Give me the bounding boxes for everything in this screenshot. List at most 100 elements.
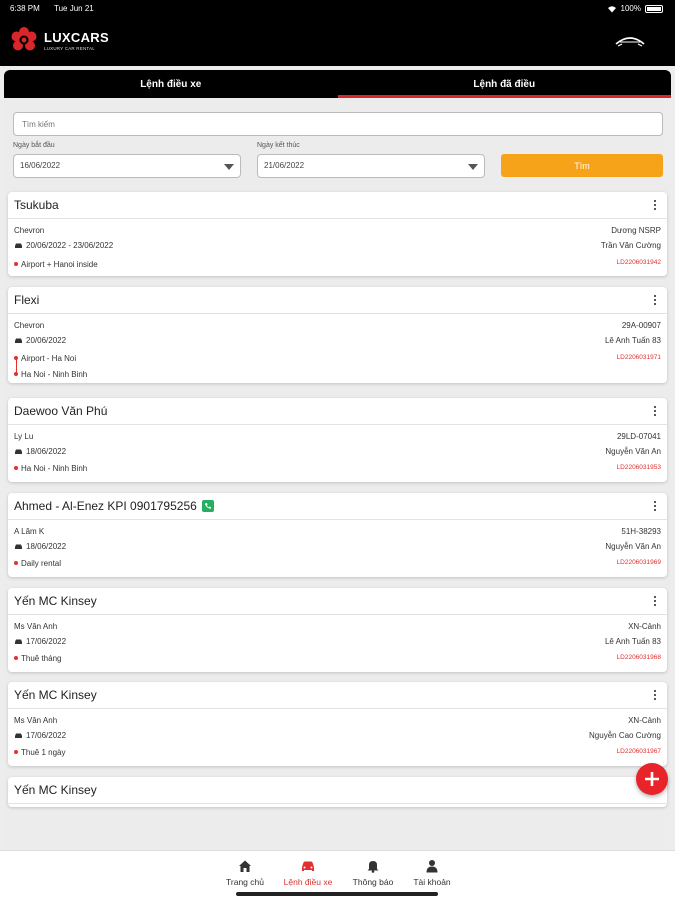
card-customer: Chevron — [14, 226, 45, 235]
order-card[interactable]: Yến MC Kinsey Ms Vân Anh 17/06/2022 Thuê… — [8, 682, 667, 766]
phone-icon[interactable] — [201, 500, 214, 512]
card-route: Thuê tháng — [14, 654, 61, 663]
card-title: Daewoo Văn Phú — [14, 404, 108, 418]
more-options-icon[interactable] — [653, 406, 657, 418]
orders-panel: Ngày bắt đầu 16/06/2022 Ngày kết thúc 21… — [4, 98, 671, 848]
card-plate: Dương NSRP — [611, 226, 661, 235]
more-options-icon[interactable] — [653, 200, 657, 212]
card-title: Yến MC Kinsey — [14, 594, 97, 608]
card-code: LD2206031969 — [616, 559, 661, 566]
nav-notifications[interactable]: Thông báo — [343, 859, 403, 887]
card-driver: Lê Anh Tuấn 83 — [604, 336, 661, 345]
card-plate: 29A-00907 — [621, 321, 661, 330]
car-icon — [15, 338, 22, 343]
order-card[interactable]: Daewoo Văn Phú Ly Lu 18/06/2022 Ha Noi -… — [8, 398, 667, 482]
route-dot-icon — [14, 466, 18, 470]
app-logo: LUXCARS LUXURY CAR RENTAL — [10, 26, 109, 54]
card-date: 17/06/2022 — [26, 637, 67, 646]
end-date-select[interactable]: 21/06/2022 — [257, 154, 485, 178]
order-card[interactable]: Yến MC Kinsey — [8, 777, 667, 807]
order-card[interactable]: Tsukuba Chevron 20/06/2022 - 23/06/2022 … — [8, 192, 667, 276]
nav-account[interactable]: Tài khoản — [402, 859, 462, 887]
car-icon — [15, 243, 22, 248]
card-date-row: 20/06/2022 - 23/06/2022 — [14, 241, 113, 250]
card-customer: Ly Lu — [14, 432, 34, 441]
card-code: LD2206031968 — [616, 654, 661, 661]
card-title: Yến MC Kinsey — [14, 783, 97, 797]
card-date: 18/06/2022 — [26, 542, 67, 551]
card-plate: 51H-38293 — [621, 527, 661, 536]
car-front-icon — [615, 37, 645, 47]
card-customer: Ms Vân Anh — [14, 622, 58, 631]
card-plate: XN-Cảnh — [628, 716, 661, 725]
card-driver: Lê Anh Tuấn 83 — [604, 637, 661, 646]
search-input[interactable] — [13, 112, 663, 136]
card-date-row: 18/06/2022 — [14, 542, 66, 551]
brand-name: LUXCARS — [44, 29, 109, 45]
start-date-value: 16/06/2022 — [20, 161, 61, 170]
search-button[interactable]: Tìm — [501, 154, 663, 177]
car-icon — [15, 449, 22, 454]
order-card[interactable]: Ahmed - Al-Enez KPI 0901795256 A Lâm K 1… — [8, 493, 667, 577]
card-date: 17/06/2022 — [26, 731, 67, 740]
card-title: Flexi — [14, 293, 40, 307]
battery-percent: 100% — [620, 4, 641, 13]
start-date-select[interactable]: 16/06/2022 — [13, 154, 241, 178]
status-date: Tue Jun 21 — [54, 4, 94, 13]
route-dot-icon — [14, 750, 18, 754]
user-icon — [426, 860, 438, 873]
card-driver: Nguyễn Văn An — [605, 542, 661, 551]
card-driver: Nguyễn Cao Cường — [589, 731, 661, 740]
more-options-icon[interactable] — [653, 295, 657, 307]
logo-flower-icon — [11, 27, 37, 51]
chevron-down-icon — [468, 164, 478, 170]
card-code: LD2206031971 — [616, 354, 661, 361]
card-route: Ha Noi - Ninh Binh — [14, 370, 87, 379]
card-customer: Chevron — [14, 321, 45, 330]
order-tabs: Lệnh điều xe Lệnh đã điều — [4, 70, 671, 98]
home-indicator — [236, 892, 438, 896]
nav-dispatch[interactable]: Lệnh điều xe — [278, 859, 338, 887]
card-driver: Trần Văn Cường — [600, 241, 661, 250]
more-options-icon[interactable] — [653, 690, 657, 702]
route-dot-icon — [14, 356, 18, 360]
card-route: Thuê 1 ngày — [14, 748, 65, 757]
brand-tagline: LUXURY CAR RENTAL — [44, 45, 95, 51]
route-dot-icon — [14, 262, 18, 266]
add-order-button[interactable] — [636, 763, 668, 795]
app-header: LUXCARS LUXURY CAR RENTAL — [0, 18, 675, 66]
order-card[interactable]: Flexi Chevron 20/06/2022 Airport - Ha No… — [8, 287, 667, 383]
route-dot-icon — [14, 656, 18, 660]
card-code: LD2206031942 — [616, 259, 661, 266]
car-icon — [302, 861, 314, 871]
more-options-icon[interactable] — [653, 501, 657, 513]
tab-dispatched-orders[interactable]: Lệnh đã điều — [337, 70, 672, 98]
tab-dispatch-orders[interactable]: Lệnh điều xe — [4, 70, 338, 98]
card-date: 20/06/2022 — [26, 336, 67, 345]
status-time: 6:38 PM — [10, 4, 40, 13]
chevron-down-icon — [224, 164, 234, 170]
status-right: 100% — [607, 4, 663, 13]
card-route: Airport + Hanoi inside — [14, 260, 98, 269]
card-route: Daily rental — [14, 559, 61, 568]
order-card[interactable]: Yến MC Kinsey Ms Vân Anh 17/06/2022 Thuê… — [8, 588, 667, 672]
start-date-label: Ngày bắt đầu — [13, 142, 55, 149]
card-date-row: 17/06/2022 — [14, 731, 66, 740]
home-icon — [239, 860, 251, 872]
end-date-value: 21/06/2022 — [264, 161, 305, 170]
nav-home[interactable]: Trang chủ — [215, 859, 275, 887]
route-dot-icon — [14, 561, 18, 565]
bell-icon — [367, 861, 379, 873]
status-bar: 6:38 PM Tue Jun 21 100% — [0, 0, 675, 18]
route-dot-icon — [14, 372, 18, 376]
card-plate: 29LD-07041 — [616, 432, 661, 441]
card-route: Ha Noi - Ninh Binh — [14, 464, 87, 473]
plus-icon — [645, 772, 659, 786]
card-date-row: 17/06/2022 — [14, 637, 66, 646]
card-driver: Nguyễn Văn An — [605, 447, 661, 456]
card-title: Yến MC Kinsey — [14, 688, 97, 702]
card-date-row: 20/06/2022 — [14, 336, 66, 345]
more-options-icon[interactable] — [653, 596, 657, 608]
card-date-row: 18/06/2022 — [14, 447, 66, 456]
car-icon — [15, 544, 22, 549]
